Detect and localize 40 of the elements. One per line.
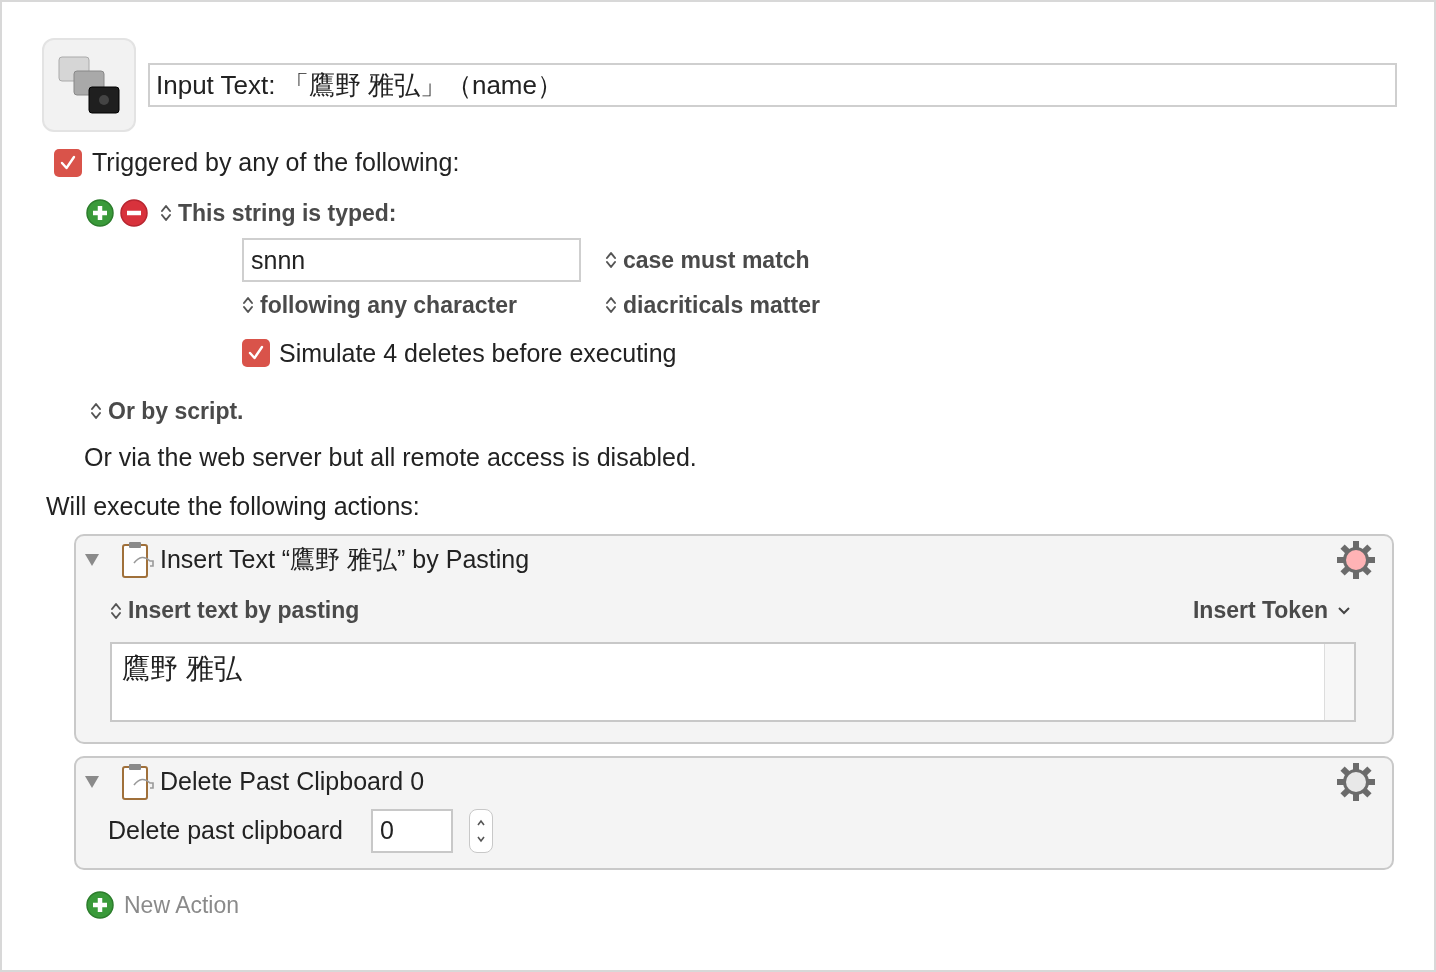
stepper[interactable]: [468, 808, 493, 853]
up-down-arrows-icon: [242, 295, 254, 316]
popup-menu[interactable]: Or by script.: [90, 394, 244, 429]
stacked-windows-icon: [57, 53, 121, 117]
typed-string-field[interactable]: snnn: [242, 238, 581, 282]
chevron-down-icon: [1338, 606, 1350, 615]
up-down-arrows-icon: [605, 250, 617, 270]
up-down-arrows-icon: [605, 295, 617, 316]
checkbox[interactable]: [242, 339, 270, 368]
popup-menu[interactable]: following any character: [242, 288, 517, 323]
option-label: Simulate 4 deletes before executing: [279, 337, 677, 369]
popup-menu[interactable]: Insert text by pasting: [110, 593, 360, 628]
remove-icon[interactable]: [120, 198, 148, 227]
action-title: Delete Past Clipboard 0: [160, 765, 425, 797]
actions-heading: Will execute the following actions:: [45, 491, 421, 522]
clipboard-icon: [120, 762, 156, 801]
checkmark-icon: [59, 153, 77, 172]
number-field[interactable]: 0: [370, 808, 453, 853]
popup-menu[interactable]: case must match: [605, 242, 810, 278]
insert-token-menu[interactable]: Insert Token: [1192, 593, 1350, 628]
web-server-note: Or via the web server but all remote access is disabled.: [83, 441, 698, 473]
add-icon[interactable]: [86, 198, 114, 227]
text-area[interactable]: 鷹野 雅弘: [110, 641, 1356, 722]
trigger-heading: Triggered by any of the following:: [92, 147, 460, 178]
gear-icon[interactable]: [1336, 539, 1376, 580]
field-label: Delete past clipboard: [108, 814, 343, 846]
disclosure-triangle-icon[interactable]: [84, 774, 100, 789]
up-down-arrows-icon: [110, 600, 122, 621]
add-icon[interactable]: [86, 890, 114, 919]
gear-icon[interactable]: [1336, 761, 1376, 802]
disclosure-triangle-icon[interactable]: [84, 552, 100, 567]
popup-menu[interactable]: diacriticals matter: [605, 288, 820, 323]
popup-menu[interactable]: This string is typed:: [160, 195, 397, 230]
up-down-arrows-icon: [90, 401, 102, 422]
checkbox[interactable]: [54, 148, 82, 177]
macro-icon-well[interactable]: [42, 38, 136, 132]
up-down-arrows-icon: [160, 202, 172, 223]
clipboard-icon: [120, 540, 156, 579]
action-title: Insert Text “鷹野 雅弘” by Pasting: [160, 543, 530, 575]
macro-name-field[interactable]: Input Text: 「鷹野 雅弘」（name）: [148, 63, 1397, 107]
